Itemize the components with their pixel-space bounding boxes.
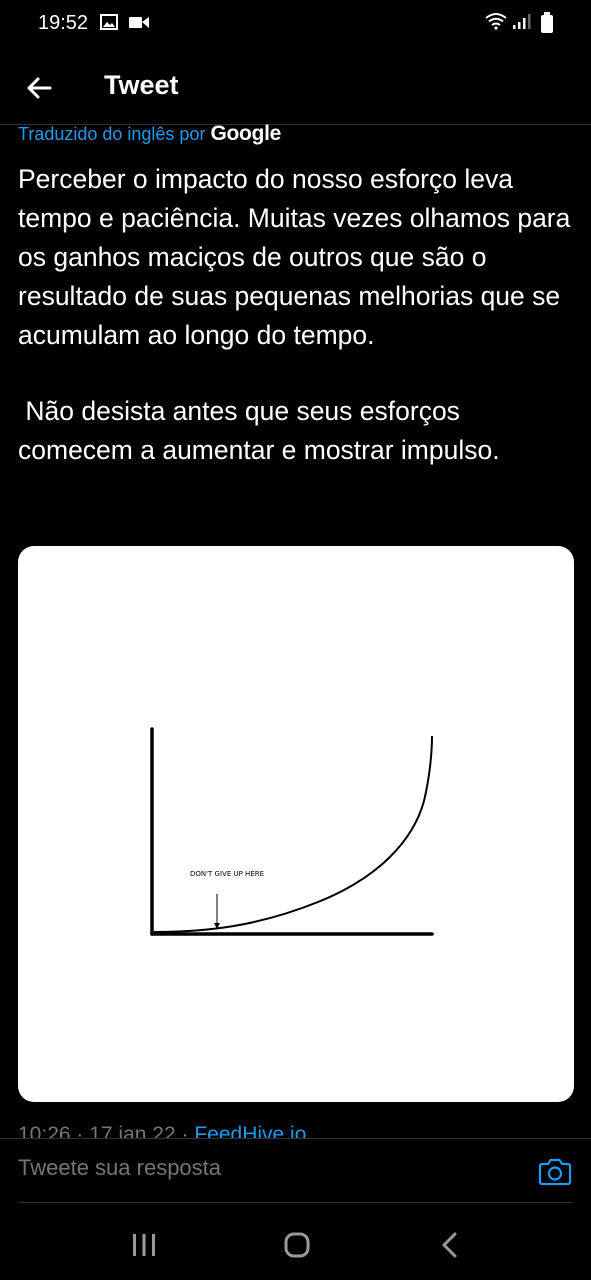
google-logo: Google [210,122,281,145]
nav-back-button[interactable] [440,1232,460,1263]
tweet-text: Perceber o impacto do nosso esforço leva… [18,160,578,470]
reply-input[interactable] [18,1155,498,1181]
tweet-paragraph: Não desista antes que seus esforços come… [18,396,500,465]
tweet-time: 10:26 [18,1123,71,1138]
video-icon [129,17,149,28]
recents-icon [133,1234,155,1256]
growth-curve-illustration: DON'T GIVE UP HERE [150,727,434,936]
wifi-icon [485,13,507,30]
recents-button[interactable] [132,1232,156,1263]
image-icon [100,14,118,30]
arrow-left-icon [27,77,52,99]
camera-icon [538,1158,572,1186]
growth-curve [153,735,433,933]
tweet-meta: 10:26 · 17 jan 22 · FeedHive.io [18,1118,578,1138]
home-icon [284,1232,310,1258]
tweet-date: 17 jan 22 [89,1123,176,1138]
status-bar: 19:52 [0,0,591,46]
back-button[interactable] [22,70,58,106]
status-time: 19:52 [38,12,89,34]
signal-icon [513,14,531,29]
back-icon [442,1232,457,1258]
system-nav-bar [0,1210,591,1280]
reply-underline [18,1202,573,1203]
tweet-paragraph: Perceber o impacto do nosso esforço leva… [18,164,578,350]
tweet-image[interactable]: DON'T GIVE UP HERE [18,546,574,1102]
translated-label: Traduzido do inglês por [18,124,206,144]
app-header: Tweet [0,56,591,120]
translated-by-link[interactable]: Traduzido do inglês por Google [18,122,281,146]
page-title: Tweet [104,70,179,100]
tweet-source-link[interactable]: FeedHive.io [194,1123,306,1138]
home-button[interactable] [284,1232,310,1263]
camera-button[interactable] [538,1157,572,1187]
battery-icon [541,12,553,33]
dont-give-up-label: DON'T GIVE UP HERE [190,870,264,878]
reply-bar [0,1139,591,1201]
